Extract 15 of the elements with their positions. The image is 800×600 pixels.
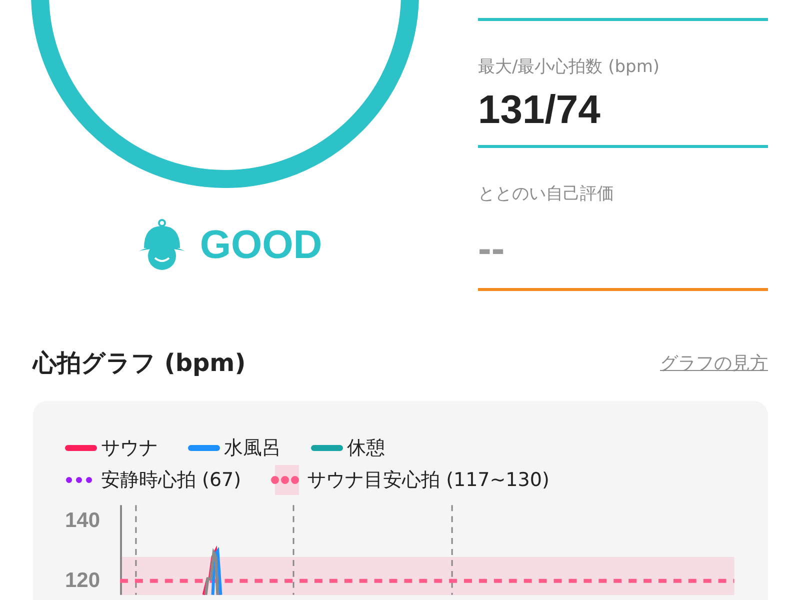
legend-label: サウナ目安心拍 (117~130) [307,468,550,493]
stat-label: ととのい自己評価 [478,183,615,205]
legend-label: 水風呂 [224,436,281,461]
mascot-icon [138,218,186,272]
legend-label: 休憩 [347,436,385,461]
axis-tick-label: 120 [65,569,102,593]
stat-label: 最大/最小心拍数 (bpm) [478,56,661,78]
legend-label: 安静時心拍 (67) [101,468,242,493]
axis-tick-label: 140 [65,509,102,533]
stat-value: 131/74 [478,88,602,133]
legend-label: サウナ [101,436,158,461]
stat-value: -- [478,227,506,272]
help-link[interactable]: グラフの見方 [660,351,768,375]
graph-title: 心拍グラフ (bpm) [33,348,246,379]
rating-label: GOOD [200,222,322,268]
